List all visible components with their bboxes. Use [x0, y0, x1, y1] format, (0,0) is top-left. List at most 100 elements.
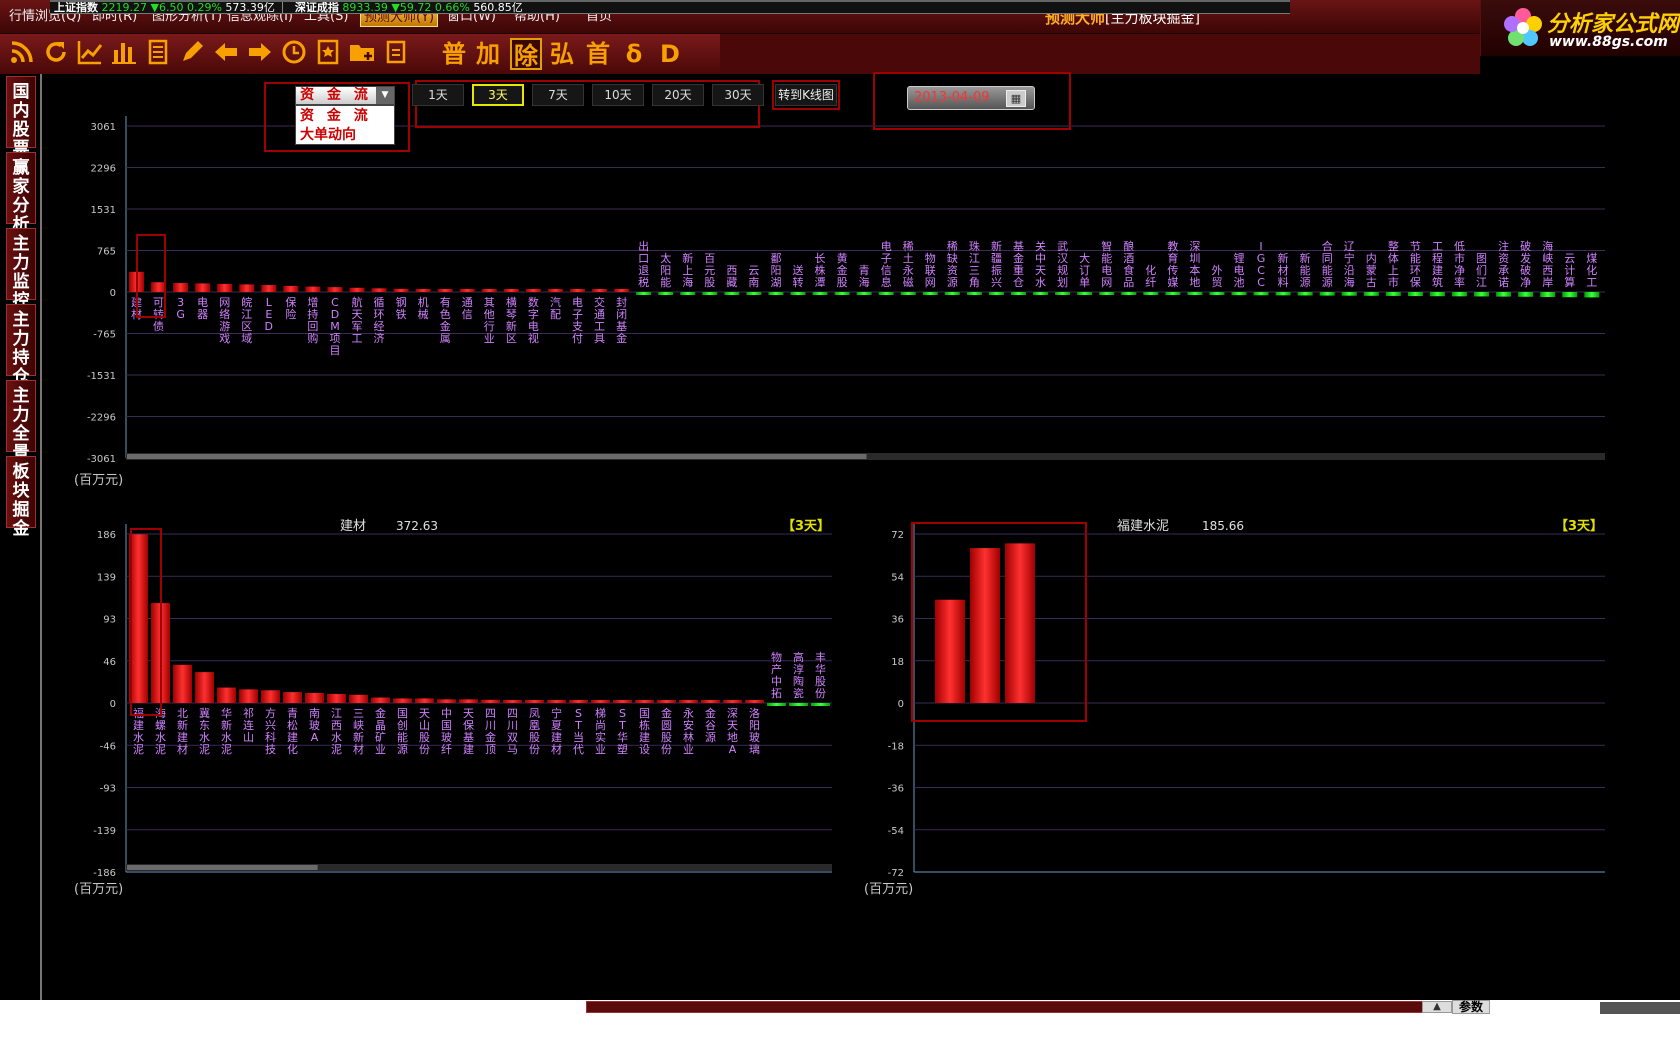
bar	[812, 292, 828, 295]
category-label-char: 付	[572, 332, 583, 345]
category-label-char: 当	[573, 730, 584, 744]
bar	[1187, 292, 1203, 295]
category-label-char: 岸	[1542, 276, 1553, 289]
category-label-char: 持	[307, 307, 318, 321]
category-label-char: 本	[1189, 263, 1200, 277]
category-label-char: 能	[660, 275, 671, 289]
bar	[1385, 292, 1401, 296]
period-10d-button[interactable]: 10天	[592, 84, 644, 106]
sh-index-change: ▼6.50	[150, 1, 184, 14]
category-label-char: 池	[1234, 276, 1245, 289]
category-label-char: 贸	[1211, 276, 1222, 289]
bar	[592, 289, 608, 292]
y-tick-label: 186	[97, 530, 116, 541]
category-label-char: 保	[463, 718, 474, 732]
category-label-char: 能	[397, 730, 408, 744]
bar	[724, 292, 740, 295]
category-label-char: 建	[551, 730, 562, 744]
date-picker[interactable]: 2013-04-09 ▦	[907, 86, 1035, 110]
bar	[261, 690, 280, 703]
category-label-char: 潭	[815, 276, 826, 289]
period-30d-button[interactable]: 30天	[712, 84, 764, 106]
category-label-char: 规	[1057, 263, 1068, 277]
goto-kline-button[interactable]: 转到K线图	[775, 84, 837, 106]
y-tick-label: 46	[103, 657, 116, 668]
bar	[1584, 292, 1600, 298]
bar	[1011, 292, 1026, 295]
category-label-char: 化	[1145, 263, 1156, 277]
unit-label: (百万元)	[74, 882, 123, 897]
bar	[195, 283, 211, 292]
y-tick-label: -3061	[87, 454, 116, 465]
dropdown-option-fund-flow[interactable]: 资 金 流	[300, 107, 372, 126]
y-tick-label: 0	[110, 288, 116, 299]
sh-index-value: 2219.27	[101, 1, 148, 14]
category-label-char: 金	[661, 706, 672, 720]
status-arrow-icon[interactable]: ▲	[1422, 1001, 1452, 1013]
sz-index-label: 深证成指	[294, 1, 339, 14]
category-label-char: 股	[704, 276, 715, 289]
indicator-dropdown[interactable]: 资 金 流 ▼	[295, 86, 395, 105]
period-1d-button[interactable]: 1天	[412, 84, 464, 106]
category-label-char: 塑	[617, 742, 628, 756]
category-label-char: A	[729, 743, 737, 756]
bar	[173, 664, 192, 703]
period-7d-button[interactable]: 7天	[532, 84, 584, 106]
category-label-char: 振	[991, 263, 1002, 277]
bar	[1341, 292, 1357, 296]
category-label-char: 建	[639, 730, 650, 744]
charts-canvas: 3061 2296 1531 765 0 -765 -1531 -2296 -3061 (百万元)…	[74, 116, 1605, 897]
period-3d-button[interactable]: 3天	[472, 84, 524, 106]
bar	[371, 697, 390, 703]
category-label-char: 净	[1520, 275, 1531, 289]
category-label-char: 工	[352, 332, 363, 345]
category-label-char: 拓	[771, 686, 782, 700]
category-label-char: 海	[859, 275, 870, 289]
chart-total-value: 185.66	[1202, 519, 1244, 533]
category-label-char: 海	[1344, 275, 1355, 289]
category-label-char: 市	[1454, 251, 1465, 265]
bar	[283, 692, 302, 703]
category-label-char: 视	[528, 331, 539, 345]
category-label-char: 新	[221, 718, 232, 732]
bar	[657, 700, 676, 703]
category-label-char: 建	[177, 730, 188, 744]
bar	[283, 285, 299, 292]
category-label-char: 发	[1520, 251, 1531, 265]
category-label-char: 皖	[241, 295, 252, 309]
category-label-char: 角	[969, 276, 980, 289]
category-label-char: 材	[177, 742, 188, 756]
category-label-char: 配	[550, 308, 561, 321]
category-label-char: 出	[638, 239, 649, 253]
category-label-char: 金	[616, 331, 627, 345]
calendar-icon[interactable]: ▦	[1006, 90, 1026, 107]
category-label-char: 字	[528, 307, 539, 321]
period-20d-button[interactable]: 20天	[652, 84, 704, 106]
category-label-char: 仓	[1013, 275, 1024, 289]
category-label-char: 份	[419, 743, 430, 756]
category-label-char: 古	[1366, 276, 1377, 289]
category-label-char: 化	[287, 742, 298, 756]
y-tick-label: -1531	[87, 371, 116, 382]
sh-index-label: 上证指数	[54, 1, 98, 14]
bar	[811, 703, 830, 706]
category-label-char: 藏	[726, 276, 737, 289]
dropdown-option-big-order[interactable]: 大单动向	[300, 126, 356, 145]
bar	[790, 292, 806, 295]
category-label-char: 有	[440, 295, 451, 309]
category-label-char: 泥	[133, 743, 144, 756]
bar	[327, 287, 343, 292]
period-highlight-frame	[415, 80, 760, 128]
y-tick-label: -46	[100, 741, 116, 752]
chevron-down-icon[interactable]: ▼	[376, 87, 394, 104]
category-label-char: 保	[285, 295, 296, 309]
bar	[1363, 292, 1379, 296]
bar	[459, 289, 475, 292]
param-button[interactable]: 参数	[1452, 1000, 1490, 1014]
bar	[702, 292, 718, 295]
category-label-char: 源	[1300, 275, 1311, 289]
category-label-char: 大	[1079, 251, 1090, 265]
bar	[217, 283, 233, 292]
category-label-char: 新	[1300, 251, 1311, 265]
y-tick-label: 93	[103, 615, 116, 626]
